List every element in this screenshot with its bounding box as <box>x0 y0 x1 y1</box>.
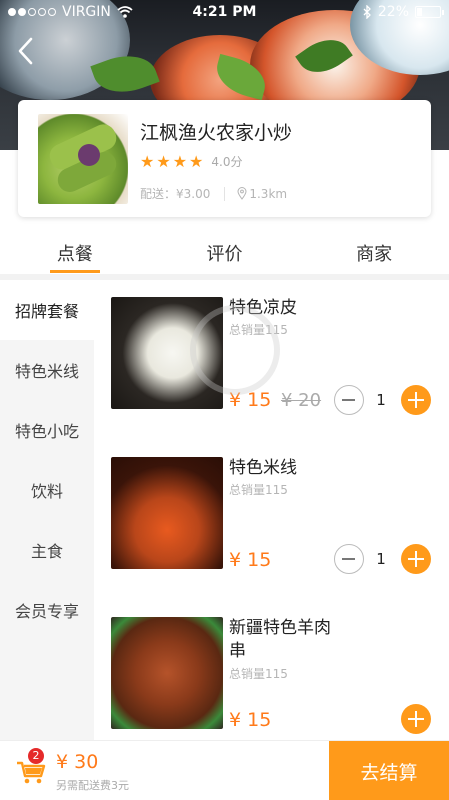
add-to-cart-button[interactable] <box>401 704 431 734</box>
star-icon: ★ <box>172 151 188 171</box>
dish-sales: 总销量115 <box>229 323 288 337</box>
shop-meta: 配送：¥3.00 1.3km <box>140 185 287 202</box>
dish-sales: 总销量115 <box>229 483 288 497</box>
decrease-quantity-button[interactable] <box>334 385 364 415</box>
dish-photo <box>111 617 223 729</box>
checkout-button[interactable]: 去结算 <box>329 741 449 800</box>
star-icon: ★ <box>140 151 155 171</box>
delivery-note: 另需配送费3元 <box>56 779 129 792</box>
menu-item[interactable]: 特色凉皮 总销量115 ¥ 15 ¥ 20 1 <box>111 297 441 415</box>
cart-total: ¥ 30 <box>56 751 99 773</box>
category-item[interactable]: 特色米线 <box>0 340 94 400</box>
dish-name: 特色米线 <box>229 458 297 478</box>
shop-name: 江枫渔火农家小炒 <box>140 122 293 144</box>
back-arrow-icon[interactable] <box>14 36 38 66</box>
dish-quantity: 1 <box>376 550 386 568</box>
dish-price: ¥ 15 <box>229 709 272 731</box>
star-icon: ★ <box>189 151 204 171</box>
delivery-fee: 配送：¥3.00 <box>140 187 211 201</box>
location-pin-icon <box>237 187 247 200</box>
shop-distance: 1.3km <box>249 186 288 201</box>
cart-bar: 2 ¥ 30 另需配送费3元 去结算 <box>0 740 449 800</box>
tab-reviews[interactable]: 评价 <box>150 232 300 274</box>
dish-original-price: ¥ 20 <box>281 390 322 411</box>
carrier-label: VIRGIN <box>62 4 111 20</box>
tab-order[interactable]: 点餐 <box>0 232 150 274</box>
dish-name: 特色凉皮 <box>229 298 297 318</box>
menu-list: 特色凉皮 总销量115 ¥ 15 ¥ 20 1 特色米线 总销量115 ¥ 15… <box>94 280 449 740</box>
shop-rating: ★ ★ ★ ★ 4.0分 <box>140 153 242 170</box>
dish-name: 新疆特色羊肉串 <box>229 618 331 661</box>
add-to-cart-button[interactable] <box>401 385 431 415</box>
wifi-icon <box>117 6 133 18</box>
dish-photo <box>111 457 223 569</box>
category-item[interactable]: 会员专享 <box>0 580 94 640</box>
rating-text: 4.0分 <box>211 155 243 169</box>
star-icon: ★ <box>156 151 171 171</box>
status-bar: VIRGIN 4:21 PM 22% <box>0 0 449 24</box>
menu-item[interactable]: 新疆特色羊肉串 总销量115 ¥ 15 <box>111 617 441 734</box>
category-item[interactable]: 特色小吃 <box>0 400 94 460</box>
dish-sales: 总销量115 <box>229 667 288 681</box>
shop-info-card: 江枫渔火农家小炒 ★ ★ ★ ★ 4.0分 配送：¥3.00 1.3km <box>18 100 431 217</box>
dish-quantity: 1 <box>376 391 386 409</box>
battery-percent: 22% <box>377 4 409 20</box>
shop-logo <box>38 114 128 204</box>
battery-icon <box>415 6 444 18</box>
screen: VIRGIN 4:21 PM 22% 江枫渔火农家小炒 ★ ★ ★ ★ 4.0分… <box>0 0 449 800</box>
category-item[interactable]: 招牌套餐 <box>0 280 94 340</box>
dish-price: ¥ 15 <box>229 389 272 411</box>
shop-tabs: 点餐 评价 商家 <box>0 232 449 274</box>
category-item[interactable]: 饮料 <box>0 460 94 520</box>
signal-icon <box>8 8 56 16</box>
category-item[interactable]: 主食 <box>0 520 94 580</box>
tab-merchant[interactable]: 商家 <box>299 232 449 274</box>
menu-item[interactable]: 特色米线 总销量115 ¥ 15 1 <box>111 457 441 574</box>
bluetooth-icon <box>363 5 371 19</box>
add-to-cart-button[interactable] <box>401 544 431 574</box>
cart-count-badge: 2 <box>28 748 44 764</box>
dish-photo <box>111 297 223 409</box>
decrease-quantity-button[interactable] <box>334 544 364 574</box>
category-sidebar: 招牌套餐 特色米线 特色小吃 饮料 主食 会员专享 <box>0 280 94 740</box>
dish-price: ¥ 15 <box>229 549 272 571</box>
